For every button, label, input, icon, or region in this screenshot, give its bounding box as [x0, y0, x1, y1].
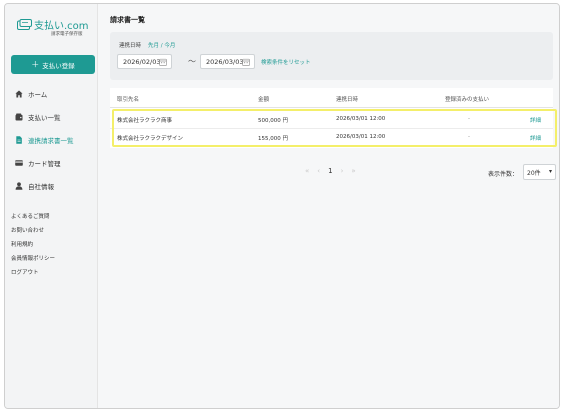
- current-page[interactable]: 1: [328, 167, 332, 175]
- document-icon: [15, 135, 23, 144]
- sidebar-item-label: ホーム: [28, 90, 48, 99]
- calendar-icon[interactable]: [242, 58, 250, 66]
- column-header-partner[interactable]: 取引先名: [117, 95, 139, 103]
- filter-label: 連携日時: [119, 43, 142, 49]
- sidebar-item-label: 連携請求書一覧: [28, 136, 74, 145]
- brand-logo[interactable]: 支払い.com 請求電子保存版: [17, 18, 92, 40]
- last-page-button[interactable]: »: [351, 167, 355, 175]
- page-title: 請求書一覧: [110, 16, 145, 24]
- home-icon: [15, 90, 23, 98]
- reset-filter-link[interactable]: 検索条件をリセット: [261, 58, 311, 66]
- first-page-button[interactable]: «: [305, 167, 309, 175]
- column-header-amount[interactable]: 金額: [258, 95, 269, 103]
- next-page-button[interactable]: ›: [341, 167, 344, 175]
- footer-links: よくあるご質問 お問い合わせ 利用規約 会員情報ポリシー ログアウト: [11, 210, 55, 280]
- sidebar-item-company-info[interactable]: 自社情報: [5, 174, 98, 197]
- sidebar-item-label: 自社情報: [28, 182, 54, 191]
- link-member-policy[interactable]: 会員情報ポリシー: [11, 252, 55, 266]
- link-terms[interactable]: 利用規約: [11, 238, 55, 252]
- sidebar-item-label: 支払い一覧: [28, 113, 61, 122]
- card-icon: [15, 159, 23, 167]
- main-content: 請求書一覧 連携日時 先月 / 今月 2026/02/03 〜 2026/03/…: [99, 4, 559, 408]
- column-header-datetime[interactable]: 連携日時: [336, 95, 358, 103]
- sidebar-item-label: カード管理: [28, 159, 61, 168]
- sidebar-item-payments[interactable]: 支払い一覧: [5, 105, 98, 128]
- date-to-value: 2026/03/03: [206, 57, 244, 66]
- sidebar-item-home[interactable]: ホーム: [5, 82, 98, 105]
- date-from-value: 2026/02/03: [123, 57, 161, 66]
- brand-name: 支払い.com: [34, 17, 89, 32]
- quick-range-link[interactable]: 先月 / 今月: [148, 41, 175, 49]
- filter-panel: 連携日時 先月 / 今月 2026/02/03 〜 2026/03/03 検索条…: [110, 32, 553, 80]
- chevron-down-icon: ▾: [548, 168, 552, 175]
- column-header-registered: 登録済みの支払い: [445, 97, 490, 103]
- sidebar-item-card-management[interactable]: カード管理: [5, 151, 98, 174]
- per-page-value: 20件: [527, 169, 541, 177]
- range-separator: 〜: [188, 57, 196, 66]
- per-page-select[interactable]: 20件 ▾: [523, 164, 556, 180]
- calendar-icon[interactable]: [159, 58, 167, 66]
- user-icon: [15, 181, 23, 190]
- app-window: 支払い.com 請求電子保存版 ＋ 支払い登録 ホーム 支払い一覧 連携請求書一…: [4, 3, 560, 409]
- pagination: « ‹ 1 › »: [305, 167, 356, 175]
- sidebar-nav: ホーム 支払い一覧 連携請求書一覧 カード管理 自社情報: [5, 82, 98, 197]
- link-logout[interactable]: ログアウト: [11, 266, 55, 280]
- sidebar-item-linked-invoices[interactable]: 連携請求書一覧: [5, 128, 98, 151]
- date-to-input[interactable]: 2026/03/03: [200, 54, 255, 69]
- per-page-label: 表示件数：: [488, 171, 519, 178]
- link-contact[interactable]: お問い合わせ: [11, 224, 55, 238]
- wallet-icon: [15, 113, 23, 121]
- prev-page-button[interactable]: ‹: [317, 167, 320, 175]
- register-payment-button[interactable]: ＋ 支払い登録: [11, 55, 95, 74]
- table-header: 取引先名 金額 連携日時 登録済みの支払い: [110, 88, 553, 108]
- register-payment-label: 支払い登録: [42, 61, 75, 70]
- wallet-logo-icon: [17, 19, 32, 30]
- sidebar: 支払い.com 請求電子保存版 ＋ 支払い登録 ホーム 支払い一覧 連携請求書一…: [5, 4, 98, 408]
- link-faq[interactable]: よくあるご質問: [11, 210, 55, 224]
- rows-highlight-outline: [112, 109, 557, 147]
- plus-icon: ＋: [31, 59, 40, 69]
- date-from-input[interactable]: 2026/02/03: [117, 54, 172, 69]
- brand-subtitle: 請求電子保存版: [51, 32, 83, 37]
